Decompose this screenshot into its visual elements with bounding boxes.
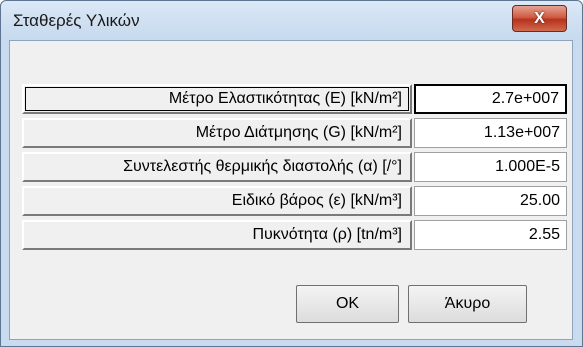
density-input[interactable]: 2.55: [414, 220, 567, 250]
shear-modulus-label: Μέτρο Διάτμησης (G) [kN/m²]: [22, 118, 412, 148]
shear-modulus-input[interactable]: 1.13e+007: [414, 118, 567, 148]
ok-button[interactable]: OK: [296, 285, 399, 323]
cancel-button[interactable]: Άκυρο: [408, 285, 527, 323]
close-icon: X: [534, 9, 545, 27]
title-bar: Σταθερές Υλικών X: [1, 1, 582, 41]
close-button[interactable]: X: [512, 5, 567, 32]
thermal-expansion-label: Συντελεστής θερμικής διαστολής (α) [/°]: [22, 152, 412, 182]
window-title: Σταθερές Υλικών: [13, 11, 140, 30]
density-label: Πυκνότητα (ρ) [tn/m³]: [22, 220, 412, 250]
specific-weight-input[interactable]: 25.00: [414, 186, 567, 216]
thermal-expansion-input[interactable]: 1.000E-5: [414, 152, 567, 182]
elastic-modulus-label: Μέτρο Ελαστικότητας (E) [kN/m²]: [22, 84, 412, 114]
specific-weight-label: Ειδικό βάρος (ε) [kN/m³]: [22, 186, 412, 216]
elastic-modulus-input[interactable]: 2.7e+007: [414, 84, 567, 114]
